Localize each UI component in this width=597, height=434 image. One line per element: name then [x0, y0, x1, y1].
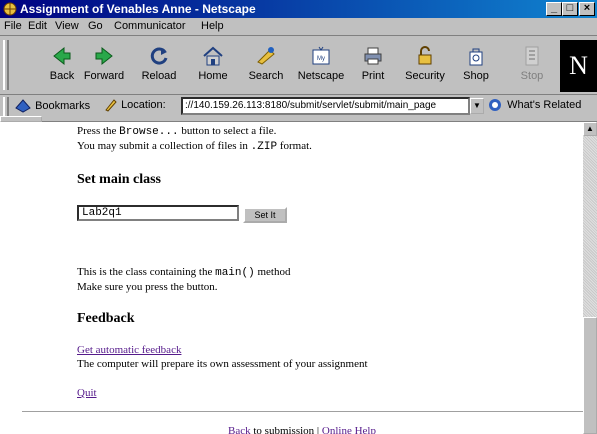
svg-text:My: My: [317, 56, 325, 62]
title-bar: Assignment of Venables Anne - Netscape _…: [0, 0, 597, 18]
forward-button[interactable]: Forward: [77, 44, 131, 90]
window-title: Assignment of Venables Anne - Netscape: [20, 2, 256, 16]
menu-communicator[interactable]: Communicator: [114, 20, 186, 32]
print-label: Print: [361, 70, 385, 82]
print-button[interactable]: Print: [346, 44, 400, 90]
menu-help[interactable]: Help: [201, 20, 224, 32]
method-note: This is the class containing the main() …: [77, 266, 290, 279]
whats-related-button[interactable]: What's Related: [488, 98, 581, 112]
method-pre-text: This is the class containing the: [77, 266, 216, 278]
set-it-button[interactable]: Set It: [243, 207, 287, 223]
method-code: main(): [215, 267, 255, 279]
footer-divider: [22, 411, 583, 412]
forward-label: Forward: [83, 70, 125, 82]
stop-icon: [525, 46, 539, 66]
stop-button[interactable]: Stop: [505, 44, 559, 90]
zip-pre-text: You may submit a collection of files in: [77, 140, 251, 152]
browse-post-text: button to select a file.: [178, 125, 277, 137]
chevron-up-icon: ▲: [586, 124, 594, 133]
maximize-button[interactable]: □: [562, 2, 578, 16]
bookmarks-label: Bookmarks: [35, 99, 91, 112]
home-button[interactable]: Home: [186, 44, 240, 90]
printer-icon: [364, 47, 382, 65]
feedback-heading: Feedback: [77, 311, 135, 326]
shop-button[interactable]: Shop: [449, 44, 503, 90]
minimize-button[interactable]: _: [546, 2, 562, 16]
menu-view[interactable]: View: [55, 20, 79, 32]
menu-edit[interactable]: Edit: [28, 20, 47, 32]
chevron-down-icon: ▼: [473, 101, 481, 110]
vertical-scrollbar[interactable]: ▲: [583, 122, 597, 434]
netscape-logo[interactable]: N: [560, 40, 597, 92]
automatic-feedback-link[interactable]: Get automatic feedback: [77, 344, 181, 356]
location-url-field[interactable]: ://140.159.26.113:8180/submit/servlet/su…: [181, 97, 470, 115]
security-label: Security: [405, 70, 445, 82]
location-label: Location:: [121, 98, 166, 111]
bookmarks-button[interactable]: Bookmarks: [14, 98, 90, 114]
my-netscape-icon: My: [312, 46, 330, 65]
press-button-note: Make sure you press the button.: [77, 281, 218, 293]
back-to-submission-link[interactable]: Back: [228, 425, 251, 434]
home-icon: [203, 46, 223, 66]
main-class-heading: Set main class: [77, 172, 161, 187]
location-grip[interactable]: [3, 97, 9, 117]
zip-post-text: format.: [277, 140, 312, 152]
location-icon: [105, 99, 117, 112]
menu-bar: File Edit View Go Communicator Help: [0, 18, 597, 36]
location-label-wrap: Location:: [104, 98, 166, 112]
reload-label: Reload: [141, 70, 177, 82]
reload-button[interactable]: Reload: [132, 44, 186, 90]
close-button[interactable]: ×: [579, 2, 595, 16]
netscape-app-icon: [3, 2, 17, 16]
footer-separator-text: to submission |: [250, 425, 322, 434]
search-button[interactable]: Search: [239, 44, 293, 90]
main-class-input[interactable]: Lab2q1: [77, 205, 239, 221]
back-arrow-icon: [53, 46, 71, 66]
shop-label: Shop: [463, 70, 489, 82]
shopping-bag-icon: [469, 48, 483, 66]
forward-arrow-icon: [95, 46, 113, 66]
zip-instruction: You may submit a collection of files in …: [77, 140, 312, 153]
online-help-link[interactable]: Online Help: [322, 425, 376, 434]
scrollbar-thumb[interactable]: [583, 317, 597, 434]
whats-related-icon: [489, 99, 501, 111]
page-content: Press the Browse... button to select a f…: [0, 122, 583, 434]
menu-file[interactable]: File: [4, 20, 22, 32]
zip-code: .ZIP: [250, 141, 278, 153]
scroll-up-button[interactable]: ▲: [583, 122, 597, 136]
security-button[interactable]: Security: [398, 44, 452, 90]
toolbar-grip[interactable]: [3, 40, 9, 90]
feedback-description: The computer will prepare its own assess…: [77, 358, 368, 370]
menu-go[interactable]: Go: [88, 20, 103, 32]
netscape-label: Netscape: [297, 70, 345, 82]
quit-link[interactable]: Quit: [77, 387, 97, 399]
search-label: Search: [248, 70, 284, 82]
padlock-icon: [418, 46, 432, 65]
browse-instruction: Press the Browse... button to select a f…: [77, 125, 276, 138]
location-dropdown-button[interactable]: ▼: [470, 98, 484, 114]
stop-label: Stop: [520, 70, 544, 82]
method-post-text: method: [254, 266, 291, 278]
whats-related-label: What's Related: [507, 98, 582, 111]
home-label: Home: [198, 70, 228, 82]
search-icon: [257, 47, 275, 65]
netscape-button[interactable]: My Netscape: [294, 44, 348, 90]
footer-links: Back to submission | Online Help: [228, 425, 376, 434]
bookmark-icon: [15, 99, 31, 113]
browse-code: Browse...: [119, 126, 179, 138]
reload-icon: [150, 47, 168, 65]
browse-pre-text: Press the: [77, 125, 120, 137]
